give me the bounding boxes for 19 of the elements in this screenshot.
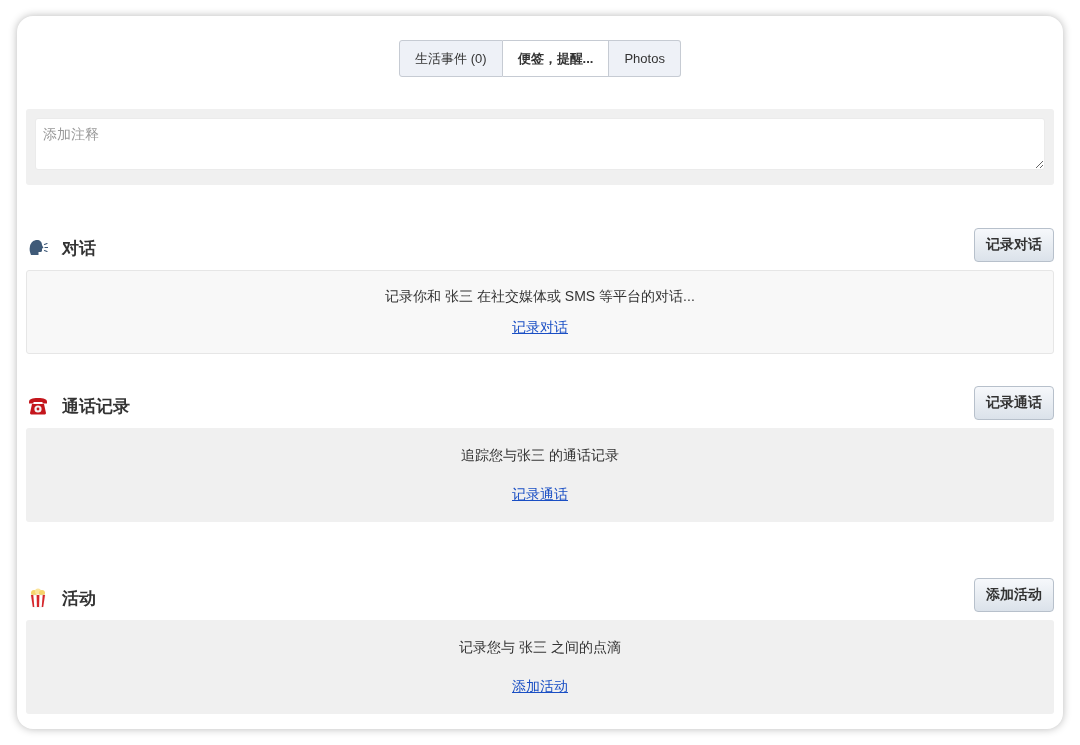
tab[interactable]: 便签，提醒... — [502, 40, 610, 77]
note-field[interactable]: 添加注释 — [35, 118, 1045, 170]
empty-state-link[interactable]: 记录通话 — [512, 484, 568, 504]
speaking-head-icon — [28, 238, 48, 258]
section-button[interactable]: 添加活动 — [974, 578, 1054, 612]
section-title: 通话记录 — [62, 395, 130, 418]
section-button[interactable]: 记录对话 — [974, 228, 1054, 262]
empty-state-text: 记录您与 张三 之间的点滴 — [459, 638, 621, 657]
empty-state-text: 追踪您与张三 的通话记录 — [461, 446, 619, 465]
telephone-icon — [28, 396, 48, 416]
section-button[interactable]: 记录通话 — [974, 386, 1054, 420]
tab[interactable]: Photos — [609, 40, 681, 77]
empty-state-text: 记录你和 张三 在社交媒体或 SMS 等平台的对话... — [385, 287, 695, 306]
section-title: 对话 — [62, 237, 96, 260]
popcorn-icon — [28, 588, 48, 608]
tab[interactable]: 生活事件 (0) — [399, 40, 503, 77]
empty-state-link[interactable]: 添加活动 — [512, 676, 568, 696]
empty-state-link[interactable]: 记录对话 — [512, 317, 568, 337]
section-title: 活动 — [62, 587, 96, 610]
